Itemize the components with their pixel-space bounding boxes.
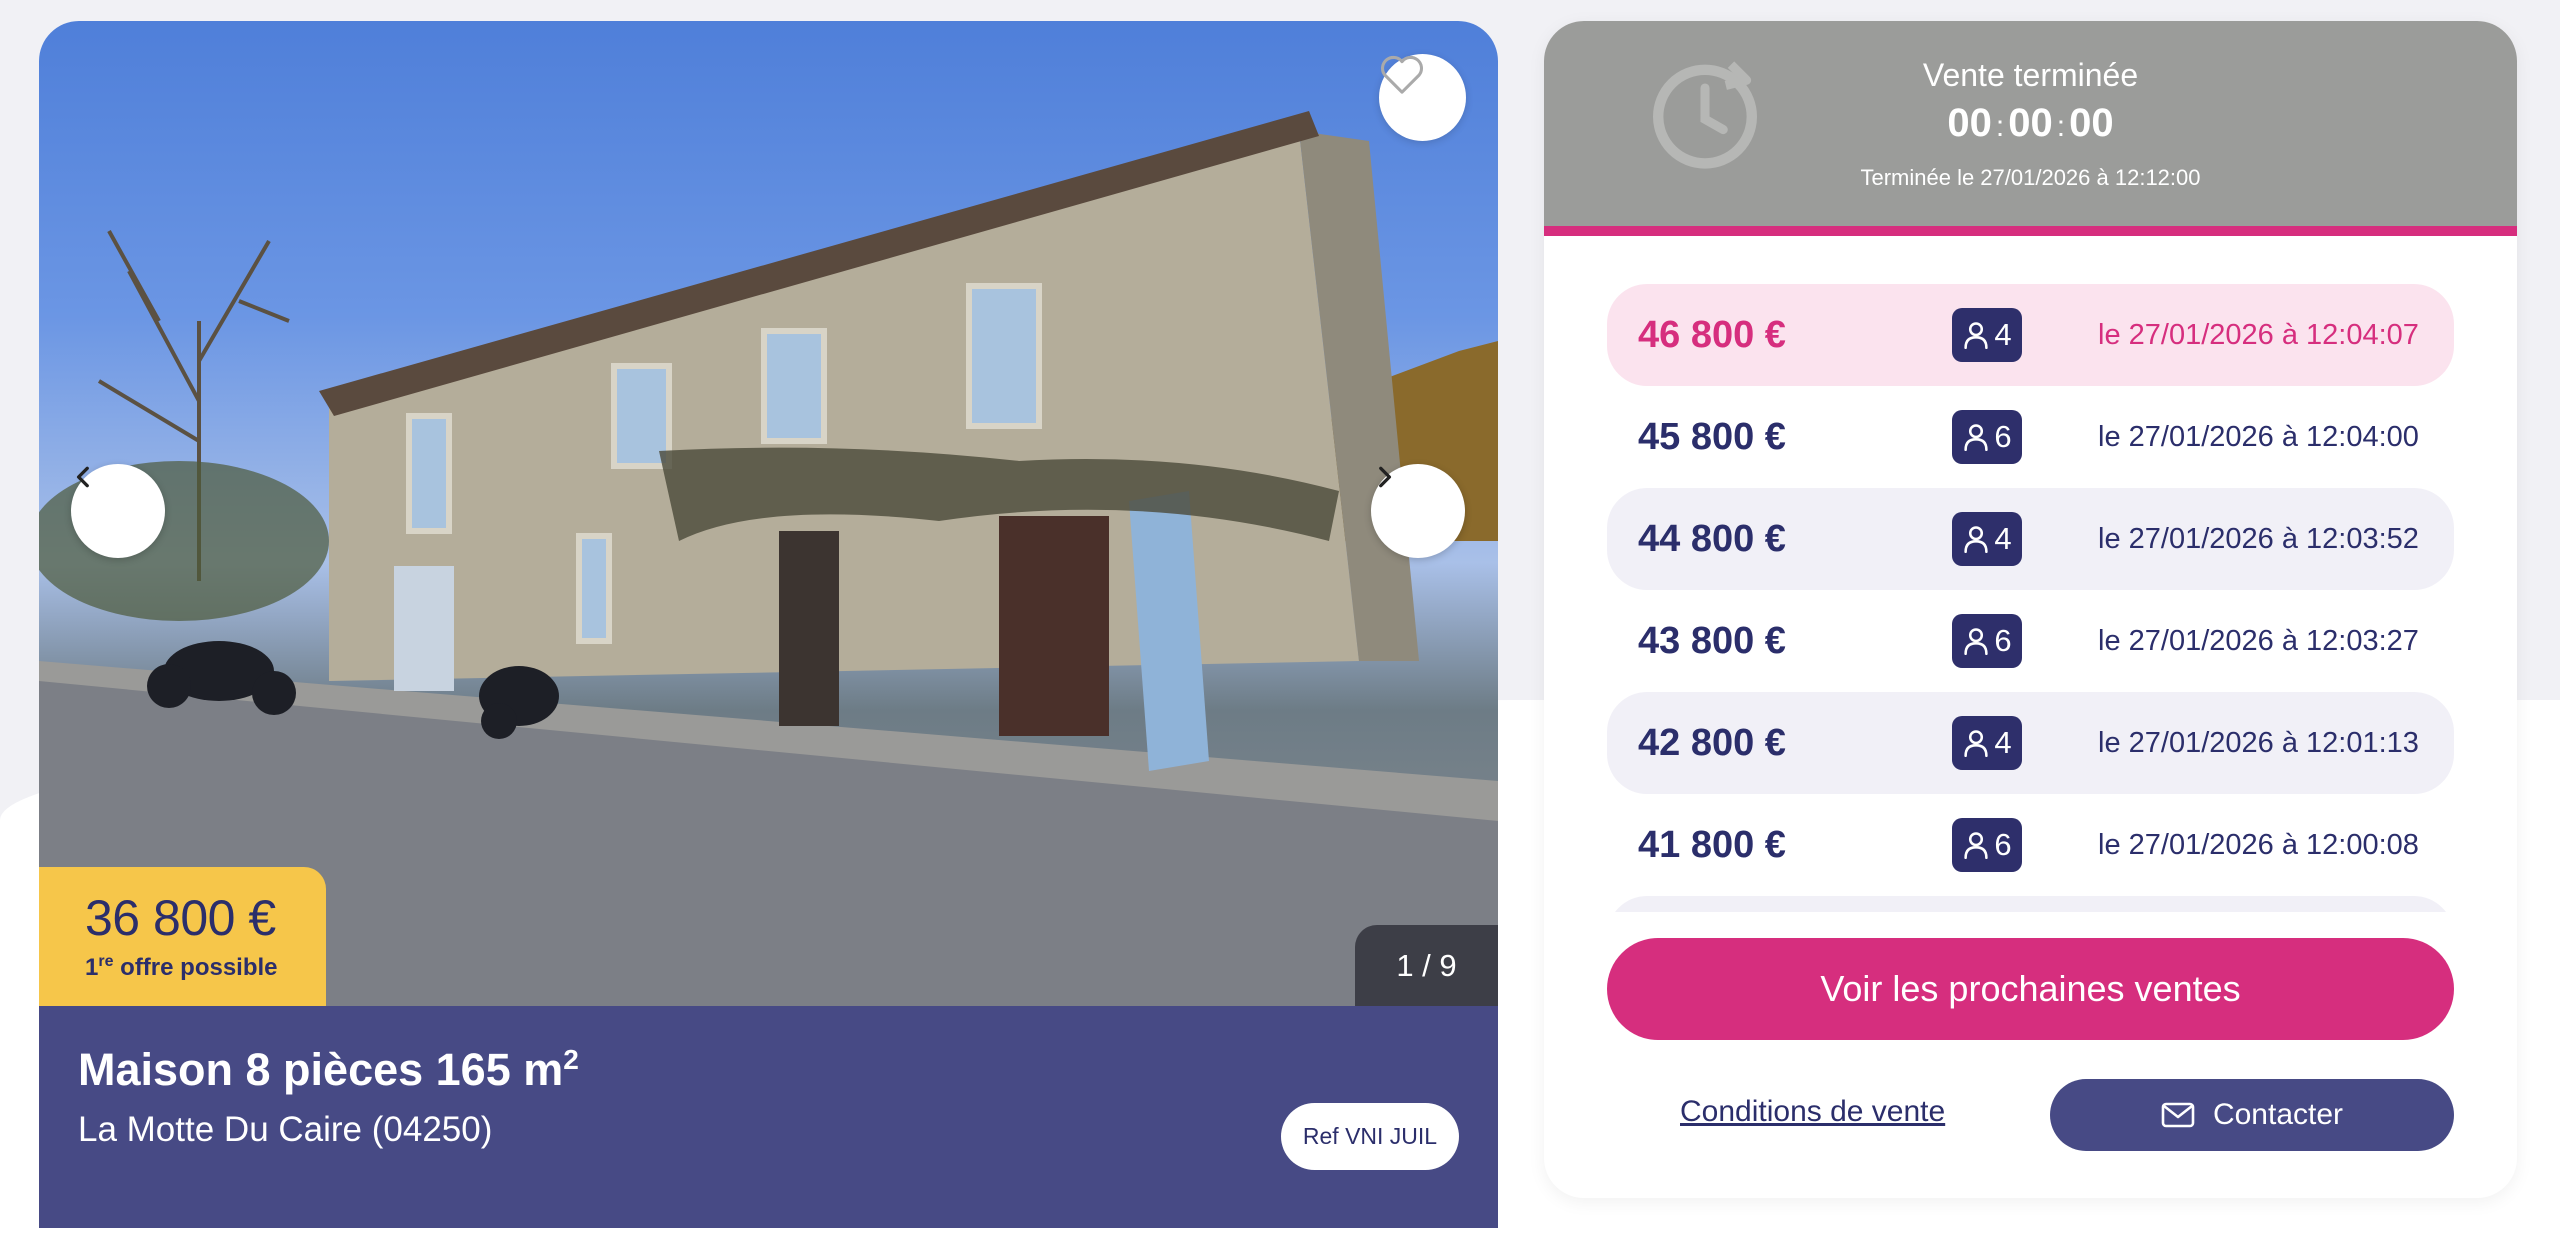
- person-icon: [1964, 832, 1989, 859]
- bid-timestamp: le 27/01/2026 à 12:00:08: [2098, 828, 2419, 861]
- contact-label: Contacter: [2212, 1098, 2344, 1131]
- bidder-count-badge: 6: [1952, 410, 2022, 464]
- chevron-right-icon: [1379, 466, 1392, 488]
- bid-amount: 45 800 €: [1638, 415, 1786, 458]
- bid-timestamp: le 27/01/2026 à 12:01:13: [2098, 726, 2419, 759]
- bid-row: 41 800 € 6 le 27/01/2026 à 12:00:08: [1607, 794, 2454, 896]
- bid-amount: 46 800 €: [1638, 313, 1786, 356]
- person-icon: [1964, 424, 1989, 451]
- chevron-left-icon: [76, 466, 89, 488]
- person-icon: [1964, 628, 1989, 655]
- bid-amount: 41 800 €: [1638, 823, 1786, 866]
- bidder-count-badge: 6: [1952, 614, 2022, 668]
- auction-status: Vente terminée: [1922, 57, 2139, 93]
- bid-amount: 42 800 €: [1638, 721, 1786, 764]
- previous-photo-button[interactable]: [71, 464, 165, 558]
- bid-row: 42 800 € 4 le 27/01/2026 à 12:01:13: [1607, 692, 2454, 794]
- house-illustration: [39, 111, 1498, 1006]
- person-icon: [1964, 322, 1989, 349]
- bidder-count-badge: 6: [1952, 818, 2022, 872]
- bid-row: 46 800 € 4 le 27/01/2026 à 12:04:07: [1607, 284, 2454, 386]
- bid-timestamp: le 27/01/2026 à 12:03:52: [2098, 522, 2419, 555]
- bid-timestamp: le 27/01/2026 à 12:04:00: [2098, 420, 2419, 453]
- mail-icon: [2161, 1102, 2195, 1128]
- bid-timestamp: le 27/01/2026 à 12:04:07: [2098, 318, 2419, 351]
- person-icon: [1964, 526, 1989, 553]
- listing-title: Maison 8 pièces 165 m2: [78, 1044, 579, 1095]
- contact-button[interactable]: Contacter: [2050, 1079, 2454, 1151]
- starting-price-badge: 36 800 € 1re offre possible: [39, 867, 326, 1007]
- starting-price: 36 800 €: [85, 890, 276, 946]
- favorite-button[interactable]: [1379, 54, 1466, 141]
- countdown-timer: 00:00:00: [1947, 101, 2114, 145]
- first-offer-label: 1re offre possible: [85, 953, 278, 981]
- person-icon: [1964, 730, 1989, 757]
- listing-info-bar: Maison 8 pièces 165 m2 La Motte Du Caire…: [39, 1006, 1498, 1228]
- bid-row-partial: [1607, 896, 2454, 912]
- bid-history-list[interactable]: 46 800 € 4 le 27/01/2026 à 12:04:07 45 8…: [1607, 284, 2454, 912]
- bid-timestamp: le 27/01/2026 à 12:03:27: [2098, 624, 2419, 657]
- header-divider: [1544, 226, 2517, 236]
- auction-end-date: Terminée le 27/01/2026 à 12:12:00: [1860, 165, 2201, 190]
- heart-icon: [1381, 55, 1423, 94]
- bidder-count-badge: 4: [1952, 308, 2022, 362]
- bidder-count-badge: 4: [1952, 716, 2022, 770]
- bid-amount: 43 800 €: [1638, 619, 1786, 662]
- photo-counter: 1 / 9: [1355, 925, 1498, 1006]
- auction-panel: Vente terminée 00:00:00 Terminée le 27/0…: [1544, 21, 2517, 1198]
- sale-conditions-link[interactable]: Conditions de vente: [1680, 1095, 1945, 1129]
- auction-status-header: Vente terminée 00:00:00 Terminée le 27/0…: [1544, 21, 2517, 226]
- listing-card: 1 / 9 36 800 € 1re offre possible Maison…: [39, 21, 1498, 1249]
- bidder-count-badge: 4: [1952, 512, 2022, 566]
- property-photo[interactable]: 1 / 9: [39, 21, 1498, 1006]
- bid-row: 44 800 € 4 le 27/01/2026 à 12:03:52: [1607, 488, 2454, 590]
- bid-row: 45 800 € 6 le 27/01/2026 à 12:04:00: [1607, 386, 2454, 488]
- next-photo-button[interactable]: [1371, 464, 1465, 558]
- reference-badge: Ref VNI JUIL: [1281, 1103, 1459, 1170]
- next-sales-button[interactable]: Voir les prochaines ventes: [1607, 938, 2454, 1040]
- bid-row: 43 800 € 6 le 27/01/2026 à 12:03:27: [1607, 590, 2454, 692]
- bid-amount: 44 800 €: [1638, 517, 1786, 560]
